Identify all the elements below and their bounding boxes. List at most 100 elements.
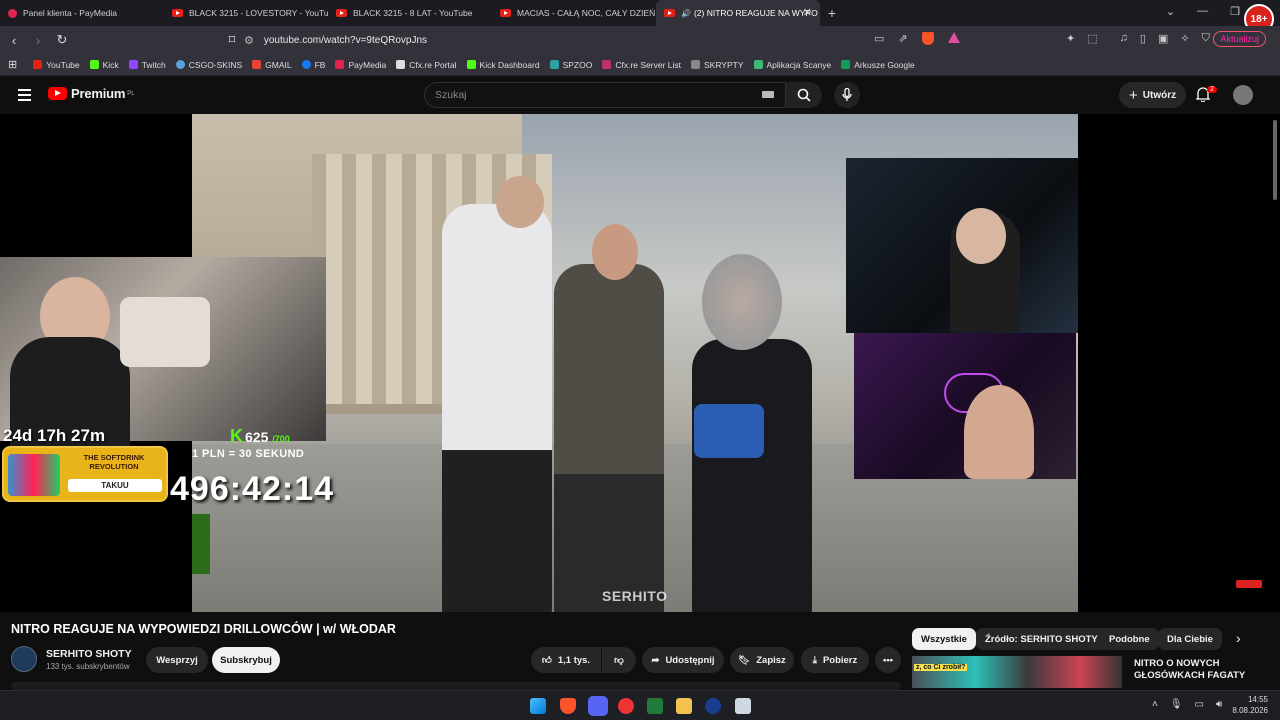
- restore-icon[interactable]: ❐: [1230, 5, 1240, 18]
- serhito-watermark: SERHITO: [602, 588, 668, 604]
- video-player[interactable]: SERHITO 24d 17h 27m THE SOFTDRINK REVOLU…: [0, 114, 1280, 612]
- download-icon: ⤓: [812, 654, 817, 666]
- media-icon[interactable]: ♫: [1120, 32, 1128, 45]
- blue-bag: [694, 404, 764, 458]
- chip-for-you[interactable]: Dla Ciebie: [1158, 628, 1222, 650]
- description-box[interactable]: [11, 682, 901, 690]
- tab-paymedia[interactable]: Panel klienta - PayMedia: [0, 0, 164, 26]
- bookmark-page-icon[interactable]: ⌑: [222, 32, 242, 48]
- like-button[interactable]: 👍︎ 1,1 tys.: [531, 647, 601, 673]
- obs-icon[interactable]: [618, 698, 634, 714]
- create-button[interactable]: + Utwórz: [1119, 82, 1187, 108]
- terminal-icon[interactable]: [647, 698, 663, 714]
- youtube-icon: [664, 9, 675, 17]
- bookmark-fb[interactable]: FB: [301, 60, 325, 70]
- tab-8-lat[interactable]: BLACK 3215 - 8 LAT - YouTube: [328, 0, 492, 26]
- app-icon[interactable]: [705, 698, 721, 714]
- vpn-icon[interactable]: ⛉: [1202, 32, 1210, 45]
- apps-grid-icon[interactable]: ⊞: [8, 58, 17, 71]
- brave-browser-icon[interactable]: [560, 698, 576, 714]
- more-actions-button[interactable]: •••: [875, 647, 901, 673]
- bookmark-paymedia[interactable]: PayMedia: [335, 60, 386, 70]
- dislike-button[interactable]: 👎︎: [602, 647, 636, 673]
- sidebar-icon[interactable]: ▯: [1140, 32, 1146, 45]
- recommended-thumbnail[interactable]: z, co Ci zrobił?: [912, 656, 1122, 688]
- recommended-title[interactable]: NITRO O NOWYCH GŁOSÓWKACH FAGATY: [1134, 658, 1254, 682]
- account-avatar[interactable]: [1233, 85, 1253, 105]
- share-arrow-icon: ➦: [651, 654, 660, 666]
- tab-macias[interactable]: MACIAS - CAŁĄ NOC, CAŁY DZIEŃ -: [492, 0, 656, 26]
- keyboard-icon[interactable]: [762, 91, 774, 98]
- bookmark-youtube[interactable]: YouTube: [33, 60, 80, 70]
- system-tray: ˄ 🎙︎ ▭ 🔊︎: [1152, 699, 1222, 710]
- volume-icon[interactable]: 🔊︎: [1216, 699, 1222, 710]
- webcam-overlay-1: [846, 158, 1078, 333]
- forward-icon[interactable]: ›: [28, 33, 48, 48]
- discord-icon[interactable]: [588, 696, 608, 716]
- close-tab-icon[interactable]: ✕: [803, 6, 812, 19]
- downloads-icon[interactable]: ⬚: [1087, 32, 1097, 45]
- thumbs-down-icon: 👎︎: [614, 655, 624, 666]
- bookmark-twitch[interactable]: Twitch: [128, 60, 166, 70]
- back-icon[interactable]: ‹: [4, 33, 24, 48]
- windows-taskbar: ˄ 🎙︎ ▭ 🔊︎ 14:55 8.08.2026: [0, 690, 1280, 720]
- bookmark-gmail[interactable]: GMAIL: [252, 60, 292, 70]
- tab-nitro-active[interactable]: 🔊 (2) NITRO REAGUJE NA WYPO ✕: [656, 0, 820, 26]
- bookmark-kick[interactable]: Kick: [89, 60, 119, 70]
- page-scrollbar[interactable]: [1273, 120, 1277, 200]
- leo-icon[interactable]: ✧: [1180, 32, 1189, 45]
- bookmark-kick-dashboard[interactable]: Kick Dashboard: [466, 60, 540, 70]
- wallet-icon[interactable]: ▣: [1158, 32, 1168, 45]
- subscriber-count: 133 tys. subskrybentów: [46, 662, 130, 671]
- extensions-area: ✦ ⬚ ♫ ▯ ▣ ✧ ⛉: [1066, 32, 1210, 45]
- url-field[interactable]: ⚙ youtube.com/watch?v=9teQRovpJns: [244, 30, 964, 50]
- save-button[interactable]: 🔖︎ Zapisz: [730, 647, 794, 673]
- reload-icon[interactable]: ↻: [52, 32, 72, 48]
- channel-name[interactable]: SERHITO SHOTY: [46, 648, 132, 660]
- subscribe-button[interactable]: Subskrybuj: [212, 647, 280, 673]
- brave-rewards-icon[interactable]: [947, 32, 960, 43]
- channel-avatar[interactable]: [11, 646, 37, 672]
- chips-next-icon[interactable]: ›: [1236, 630, 1241, 646]
- minimize-icon[interactable]: —: [1197, 5, 1208, 18]
- address-bar-row: ‹ › ↻ ⌑ ⚙ youtube.com/watch?v=9teQRovpJn…: [0, 26, 1280, 54]
- youtube-icon: [500, 9, 511, 17]
- tab-lovestory[interactable]: BLACK 3215 - LOVESTORY - YouTube: [164, 0, 328, 26]
- start-icon[interactable]: [530, 698, 546, 714]
- bookmark-scanye[interactable]: Aplikacja Scanye: [753, 60, 831, 70]
- bookmark-spzoo[interactable]: SPZOO: [549, 60, 592, 70]
- bookmark-csgo-skins[interactable]: CSGO-SKINS: [175, 60, 242, 70]
- share-button[interactable]: ➦ Udostępnij: [642, 647, 724, 673]
- chip-all[interactable]: Wszystkie: [912, 628, 976, 650]
- youtube-premium-logo[interactable]: Premium PL: [48, 86, 135, 101]
- tab-search-icon[interactable]: ⌄: [1166, 5, 1175, 18]
- clock[interactable]: 14:55 8.08.2026: [1232, 694, 1268, 716]
- voice-search-button[interactable]: [834, 82, 860, 108]
- calculator-icon[interactable]: [735, 698, 751, 714]
- mic-tray-icon[interactable]: 🎙︎: [1170, 699, 1183, 710]
- speaker-icon: 🔊: [681, 8, 691, 18]
- chip-similar[interactable]: Podobne: [1100, 628, 1159, 650]
- share-icon[interactable]: ⇗: [898, 32, 907, 45]
- bookmark-cfx-portal[interactable]: Cfx.re Portal: [396, 60, 457, 70]
- file-explorer-icon[interactable]: [676, 698, 692, 714]
- chip-source[interactable]: Źródło: SERHITO SHOTY: [976, 628, 1107, 650]
- subscribe-watermark[interactable]: [1236, 580, 1262, 588]
- search-input[interactable]: Szukaj: [424, 82, 786, 108]
- extensions-icon[interactable]: ✦: [1066, 32, 1075, 45]
- site-info-icon[interactable]: ⚙: [244, 34, 254, 47]
- bookmark-skrypty[interactable]: SKRYPTY: [690, 60, 744, 70]
- menu-icon[interactable]: [18, 89, 31, 104]
- bookmark-cfx-server-list[interactable]: Cfx.re Server List: [602, 60, 681, 70]
- search-button[interactable]: [786, 82, 822, 108]
- download-button[interactable]: ⤓ Pobierz: [801, 647, 869, 673]
- new-tab-button[interactable]: +: [820, 5, 844, 21]
- support-button[interactable]: Wesprzyj: [146, 647, 208, 673]
- network-icon[interactable]: ▭: [1195, 699, 1204, 710]
- update-button[interactable]: Aktualizuj: [1213, 31, 1266, 47]
- spzoo-icon: [549, 60, 559, 69]
- cast-icon[interactable]: ▭: [874, 32, 884, 45]
- bookmark-google-sheets[interactable]: Arkusze Google: [841, 60, 915, 70]
- chevron-up-icon[interactable]: ˄: [1152, 699, 1158, 710]
- brave-shield-icon[interactable]: [921, 32, 934, 45]
